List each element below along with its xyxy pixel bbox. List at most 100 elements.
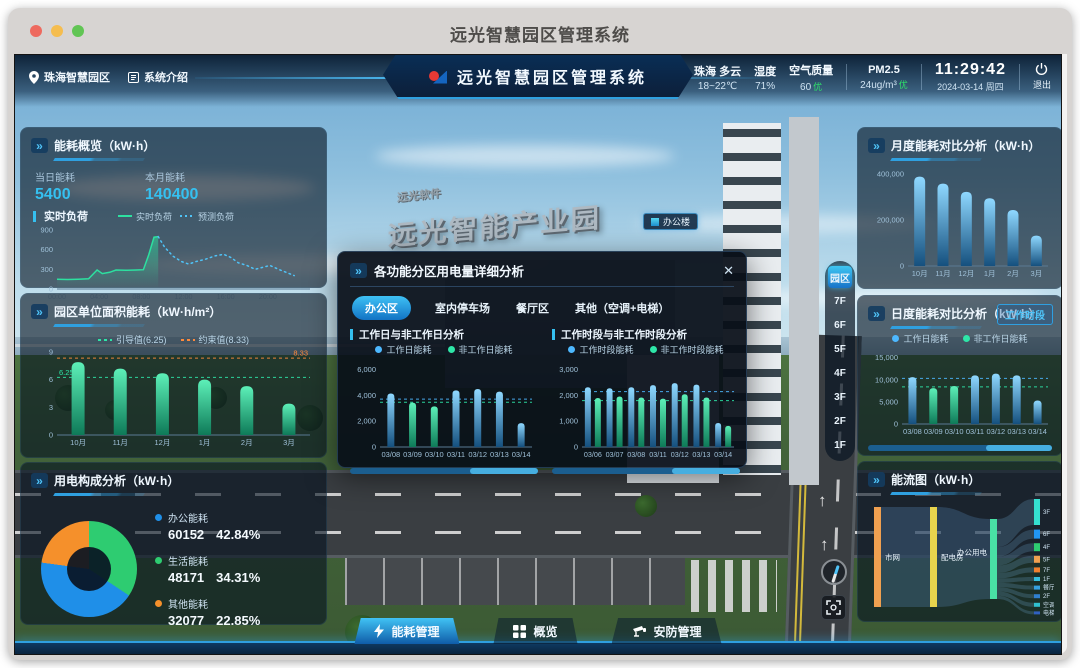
legend-worktime-energy: 工作时段能耗	[568, 343, 633, 356]
svg-text:2F: 2F	[1043, 594, 1050, 600]
power-icon	[1035, 63, 1048, 76]
legend-living-energy: 生活能耗 4817134.31%	[155, 553, 260, 585]
crosswalk	[691, 560, 777, 612]
scrollbar-handle[interactable]	[672, 468, 740, 474]
modal-right-scrollbar[interactable]	[552, 468, 740, 474]
weather-humidity: 湿度 71%	[754, 63, 776, 92]
svg-text:03/07: 03/07	[606, 450, 624, 459]
tab-other-zone[interactable]: 其他（空调+电梯）	[573, 296, 671, 320]
modal-left-scrollbar[interactable]	[350, 468, 538, 474]
scrollbar-handle[interactable]	[470, 468, 538, 474]
window-titlebar: 远光智慧园区管理系统	[8, 8, 1072, 54]
floor-item-1f[interactable]: 1F	[828, 434, 852, 456]
svg-text:03/13: 03/13	[692, 450, 710, 459]
svg-text:03/08: 03/08	[381, 450, 400, 459]
chevrons-icon: »	[868, 138, 885, 153]
page-title: 远光智慧园区管理系统	[457, 64, 647, 88]
svg-text:2,000: 2,000	[357, 417, 376, 426]
nav-security-management[interactable]: 安防管理	[612, 618, 722, 644]
svg-text:0: 0	[49, 431, 53, 440]
svg-text:300: 300	[40, 265, 53, 274]
legend-constraint: 约束值(8.33)	[181, 333, 250, 346]
nav-overview[interactable]: 概览	[493, 618, 577, 644]
panel-unit-area-energy: » 园区单位面积能耗（kW·h/m²） 引导值(6.25) 约束值(8.33) 0…	[20, 293, 327, 458]
svg-text:03/14: 03/14	[512, 450, 531, 459]
svg-text:1,000: 1,000	[559, 417, 578, 426]
grid-icon	[513, 625, 526, 638]
svg-text:03/11: 03/11	[447, 450, 465, 459]
daily-chart-scrollbar[interactable]	[868, 445, 1052, 451]
office-building-tag[interactable]: 办公楼	[643, 213, 698, 230]
workday-analysis-section: 工作日与非工作日分析 工作日能耗 非工作日能耗 02,0004,0006,000…	[350, 324, 538, 474]
workday-bar-chart: 02,0004,0006,00003/0803/0903/1003/1103/1…	[350, 356, 538, 460]
svg-text:2月: 2月	[1007, 269, 1019, 278]
compass-control[interactable]	[821, 559, 847, 585]
tab-indoor-parking[interactable]: 室内停车场	[433, 296, 492, 320]
svg-text:3,000: 3,000	[559, 365, 578, 374]
power-composition-donut	[41, 521, 137, 617]
floor-selector: 园区 7F 6F 5F 4F 3F 2F 1F	[825, 261, 855, 461]
floor-item-4f[interactable]: 4F	[828, 362, 852, 384]
park-selector[interactable]: 珠海智慧园区	[29, 69, 110, 85]
scrollbar-handle[interactable]	[986, 445, 1052, 451]
floor-item-5f[interactable]: 5F	[828, 338, 852, 360]
svg-text:03/11: 03/11	[966, 427, 984, 436]
legend-nonworkday: 非工作日能耗	[963, 332, 1028, 345]
panel-daily-compare: »日度能耗对比分析（kW·h） 工作时段 工作日能耗 非工作日能耗 05,000…	[857, 295, 1062, 456]
svg-text:9: 9	[49, 348, 53, 357]
document-icon	[128, 72, 139, 83]
dashboard: 远光软件 远光智能产业园 办公楼 ↑ ↑	[14, 54, 1062, 655]
zone-detail-modal: » 各功能分区用电量详细分析 ✕ 办公区 室内停车场 餐厅区 其他（空调+电梯）…	[337, 251, 747, 468]
nav-energy-management[interactable]: 能耗管理	[354, 618, 459, 644]
svg-text:6.25: 6.25	[59, 368, 74, 377]
chevrons-icon: »	[868, 306, 885, 321]
logout-button[interactable]: 退出	[1033, 63, 1051, 91]
floor-item-park[interactable]: 园区	[828, 266, 852, 288]
chevrons-icon: »	[31, 473, 48, 488]
system-intro-button[interactable]: 系统介绍	[128, 69, 188, 85]
dot-icon	[155, 514, 162, 521]
svg-text:3月: 3月	[1030, 269, 1042, 278]
svg-text:6: 6	[49, 375, 53, 384]
tab-office-zone[interactable]: 办公区	[352, 296, 411, 320]
svg-text:11月: 11月	[113, 438, 128, 447]
svg-text:5,000: 5,000	[879, 397, 898, 406]
road-arrow-icon: ↑	[818, 491, 827, 511]
floor-item-6f[interactable]: 6F	[828, 314, 852, 336]
tab-dining-zone[interactable]: 餐厅区	[514, 296, 551, 320]
panel-title: 能耗概览（kW·h）	[54, 137, 155, 154]
svg-text:03/13: 03/13	[490, 450, 509, 459]
work-period-button[interactable]: 工作时段	[997, 304, 1053, 325]
svg-text:电梯: 电梯	[1043, 609, 1054, 617]
header-emblem: 远光智慧园区管理系统	[383, 55, 693, 99]
svg-text:3月: 3月	[283, 438, 295, 447]
svg-text:7F: 7F	[1043, 568, 1050, 574]
recenter-button[interactable]	[821, 595, 846, 620]
chevrons-icon: »	[31, 304, 48, 319]
svg-text:0: 0	[372, 443, 376, 452]
weather-pm25: PM2.5 24ug/m³优	[860, 64, 908, 91]
legend-guide: 引导值(6.25)	[98, 333, 167, 346]
panel-title: 月度能耗对比分析（kW·h）	[891, 137, 1040, 154]
panel-title: 园区单位面积能耗（kW·h/m²）	[54, 303, 221, 320]
svg-text:市网: 市网	[885, 552, 900, 562]
energy-flow-sankey: 市网配电房办公用电3F6F4F5F7F1F餐厅2F空调电梯	[868, 495, 1054, 621]
floor-item-2f[interactable]: 2F	[828, 410, 852, 432]
modal-close-button[interactable]: ✕	[723, 263, 734, 279]
floor-item-3f[interactable]: 3F	[828, 386, 852, 408]
svg-text:2,000: 2,000	[559, 391, 578, 400]
location-pin-icon	[29, 71, 39, 84]
svg-text:5F: 5F	[1043, 557, 1050, 563]
floor-item-7f[interactable]: 7F	[828, 290, 852, 312]
svg-text:10月: 10月	[70, 438, 86, 447]
unit-area-bar-chart: 03696.258.3310月11月12月1月2月3月	[31, 346, 316, 448]
panel-monthly-compare: »月度能耗对比分析（kW·h） 0200,000400,00010月11月12月…	[857, 127, 1062, 289]
chevrons-icon: »	[350, 263, 367, 278]
legend-realtime: 实时负荷	[118, 210, 172, 223]
svg-text:10,000: 10,000	[875, 375, 898, 384]
svg-text:餐厅: 餐厅	[1043, 584, 1054, 592]
legend-office-energy: 办公能耗 6015242.84%	[155, 510, 260, 542]
svg-text:03/13: 03/13	[1007, 427, 1026, 436]
legend-workday: 工作日能耗	[892, 332, 948, 345]
svg-text:3F: 3F	[1043, 510, 1050, 516]
